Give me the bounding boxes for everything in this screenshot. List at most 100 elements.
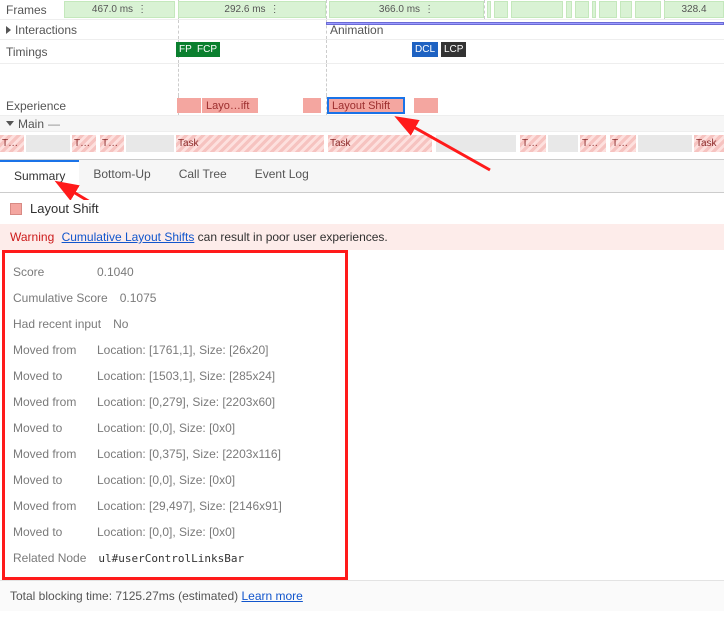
grey-block[interactable] [126, 135, 174, 152]
summary-title: Layout Shift [0, 193, 724, 224]
learn-more-link[interactable]: Learn more [241, 589, 302, 603]
detail-key: Moved from [13, 447, 85, 461]
detail-row: Moved to Location: [0,0], Size: [0x0] [5, 467, 345, 493]
fp-badge[interactable]: FP [176, 42, 195, 57]
summary-pane: Layout Shift Warning Cumulative Layout S… [0, 193, 724, 580]
grey-block[interactable] [638, 135, 692, 152]
details-tabs: Summary Bottom-Up Call Tree Event Log [0, 160, 724, 193]
dcl-badge[interactable]: DCL [412, 42, 438, 57]
chevron-down-icon [6, 121, 14, 126]
detail-row: Moved to Location: [0,0], Size: [0x0] [5, 519, 345, 545]
detail-row: Cumulative Score 0.1075 [5, 285, 345, 311]
detail-value: Location: [29,497], Size: [2146x91] [97, 499, 282, 513]
detail-row: Moved from Location: [1761,1], Size: [26x… [5, 337, 345, 363]
detail-key: Moved to [13, 473, 85, 487]
detail-key: Moved to [13, 525, 85, 539]
task-block[interactable]: T… [580, 135, 606, 152]
detail-value: No [113, 317, 128, 331]
detail-value: Location: [1503,1], Size: [285x24] [97, 369, 275, 383]
frames-track[interactable]: 467.0 ms⋮ 292.6 ms⋮ 366.0 ms⋮ 328.4 [168, 0, 724, 19]
detail-value: Location: [0,0], Size: [0x0] [97, 421, 235, 435]
lcp-badge[interactable]: LCP [441, 42, 466, 57]
task-block[interactable]: T… [610, 135, 636, 152]
experience-row: Experience Layo…ift Layout Shift [0, 96, 724, 116]
task-block[interactable]: Task [694, 135, 724, 152]
detail-key: Moved from [13, 395, 85, 409]
related-node-value: ul#userControlLinksBar [98, 552, 244, 565]
tab-summary[interactable]: Summary [0, 160, 79, 192]
frame-block[interactable] [511, 1, 563, 18]
frame-block[interactable] [592, 1, 596, 18]
frame-block[interactable]: 467.0 ms⋮ [64, 1, 175, 18]
task-block[interactable]: Task [328, 135, 432, 152]
animation-bar[interactable] [326, 22, 724, 25]
detail-key: Score [13, 265, 85, 279]
footer-value: 7125.27ms (estimated) [115, 589, 238, 603]
grey-block[interactable] [26, 135, 70, 152]
warning-label: Warning [10, 230, 54, 244]
experience-block[interactable]: Layo…ift [202, 98, 258, 113]
detail-key: Had recent input [13, 317, 101, 331]
footer-prefix: Total blocking time: [10, 589, 115, 603]
detail-row: Moved from Location: [29,497], Size: [214… [5, 493, 345, 519]
frame-block[interactable] [635, 1, 661, 18]
detail-value: Location: [0,279], Size: [2203x60] [97, 395, 275, 409]
summary-details: Score 0.1040 Cumulative Score 0.1075 Had rec… [2, 250, 348, 580]
experience-block[interactable] [177, 98, 201, 113]
detail-key: Cumulative Score [13, 291, 108, 305]
frame-block[interactable] [494, 1, 508, 18]
main-row-header[interactable]: Main — [0, 116, 724, 132]
task-block[interactable]: T… [100, 135, 124, 152]
tab-event-log[interactable]: Event Log [241, 160, 323, 192]
frame-block[interactable]: 366.0 ms⋮ [329, 1, 484, 18]
interactions-row-label[interactable]: Interactions [0, 23, 168, 37]
footer-status: Total blocking time: 7125.27ms (estimate… [0, 580, 724, 611]
summary-title-text: Layout Shift [30, 201, 99, 216]
detail-key: Moved from [13, 343, 85, 357]
detail-row: Moved from Location: [0,279], Size: [2203… [5, 389, 345, 415]
task-block[interactable]: T… [72, 135, 96, 152]
warning-bar: Warning Cumulative Layout Shifts can res… [0, 224, 724, 250]
frame-block[interactable]: 292.6 ms⋮ [178, 1, 326, 18]
timings-row-label: Timings [0, 45, 168, 59]
frame-block[interactable] [487, 1, 491, 18]
detail-row: Had recent input No [5, 311, 345, 337]
detail-row: Moved toLocation: [0,0], Size: [0x0] [5, 415, 345, 441]
detail-key: Moved to [13, 369, 85, 383]
grey-block[interactable] [548, 135, 578, 152]
detail-value: Location: [0,0], Size: [0x0] [97, 473, 235, 487]
detail-value: 0.1075 [120, 291, 157, 305]
frame-block[interactable]: 328.4 [664, 1, 724, 18]
experience-block[interactable] [303, 98, 321, 113]
cls-link[interactable]: Cumulative Layout Shifts [62, 230, 195, 244]
detail-value: Location: [0,0], Size: [0x0] [97, 525, 235, 539]
task-block[interactable]: T… [0, 135, 24, 152]
experience-block[interactable] [414, 98, 438, 113]
layout-shift-selected[interactable]: Layout Shift [328, 98, 404, 113]
interactions-track[interactable]: Animation [168, 20, 724, 39]
timings-track[interactable]: FP FCP DCL LCP [168, 40, 724, 63]
detail-row: Score 0.1040 [5, 259, 345, 285]
detail-key: Related Node [13, 551, 86, 565]
task-block[interactable]: T… [520, 135, 546, 152]
detail-value: Location: [1761,1], Size: [26x20] [97, 343, 268, 357]
frame-block[interactable] [575, 1, 589, 18]
frame-block[interactable] [566, 1, 572, 18]
detail-key: Moved from [13, 499, 85, 513]
experience-track[interactable]: Layo…ift Layout Shift [168, 96, 724, 115]
detail-value: Location: [0,375], Size: [2203x116] [97, 447, 281, 461]
tab-call-tree[interactable]: Call Tree [165, 160, 241, 192]
grey-block[interactable] [436, 135, 516, 152]
timeline-spacer [0, 64, 724, 96]
task-block[interactable]: Task [176, 135, 324, 152]
tab-bottom-up[interactable]: Bottom-Up [79, 160, 164, 192]
frames-row: Frames 467.0 ms⋮ 292.6 ms⋮ 366.0 ms⋮ 328… [0, 0, 724, 20]
frame-block[interactable] [599, 1, 617, 18]
timeline-panel: Frames 467.0 ms⋮ 292.6 ms⋮ 366.0 ms⋮ 328… [0, 0, 724, 160]
chevron-right-icon [6, 26, 11, 34]
frame-block[interactable] [620, 1, 632, 18]
fcp-badge[interactable]: FCP [194, 42, 220, 57]
detail-value: 0.1040 [97, 265, 134, 279]
main-thread-track[interactable]: T… T… T… Task Task T… T… T… Task [0, 132, 724, 160]
interactions-row: Interactions Animation [0, 20, 724, 40]
